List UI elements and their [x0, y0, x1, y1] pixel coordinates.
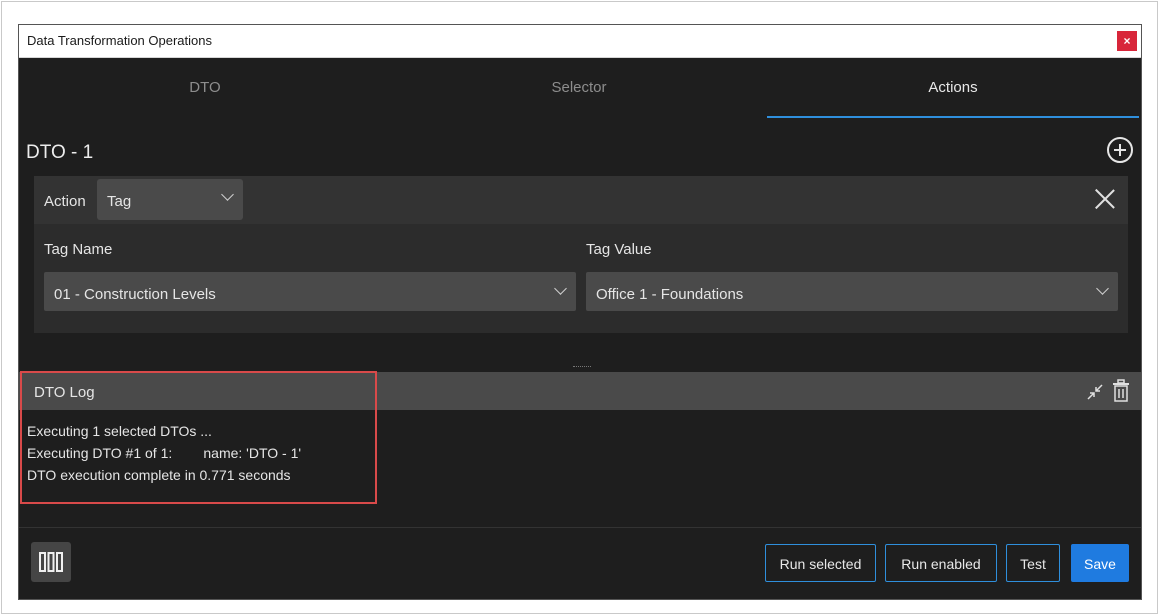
- tab-actions[interactable]: Actions: [767, 58, 1139, 118]
- chevron-down-icon: [554, 282, 567, 295]
- tab-selector[interactable]: Selector: [393, 58, 765, 118]
- tag-name-value: 01 - Construction Levels: [54, 286, 216, 303]
- trash-icon[interactable]: [1111, 379, 1131, 403]
- action-panel: Action Tag Tag Name 01 - Construction Le…: [34, 176, 1128, 333]
- remove-action-icon[interactable]: [1094, 188, 1116, 210]
- action-type-value: Tag: [107, 193, 132, 210]
- tab-bar: DTO Selector Actions: [19, 58, 1141, 118]
- save-button[interactable]: Save: [1071, 544, 1129, 582]
- tag-value-label: Tag Value: [586, 241, 652, 258]
- bottom-toolbar: Run selected Run enabled Test Save: [19, 527, 1141, 599]
- action-row: Action Tag: [34, 176, 1128, 224]
- tab-dto[interactable]: DTO: [19, 58, 391, 118]
- action-label: Action: [44, 193, 86, 210]
- close-button[interactable]: ×: [1117, 31, 1137, 51]
- test-button[interactable]: Test: [1006, 544, 1060, 582]
- highlight-box: [20, 371, 377, 504]
- columns-button[interactable]: [31, 542, 71, 582]
- chevron-down-icon: [221, 188, 234, 201]
- title-bar: Data Transformation Operations ×: [19, 25, 1141, 58]
- dto-title: DTO - 1: [26, 142, 94, 163]
- dto-window: Data Transformation Operations × DTO Sel…: [18, 24, 1142, 600]
- tag-value-value: Office 1 - Foundations: [596, 286, 744, 303]
- run-enabled-button[interactable]: Run enabled: [885, 544, 997, 582]
- splitter-handle[interactable]: [573, 366, 591, 369]
- window-title: Data Transformation Operations: [27, 33, 212, 48]
- run-selected-button[interactable]: Run selected: [765, 544, 876, 582]
- tag-value-select[interactable]: Office 1 - Foundations: [586, 272, 1118, 311]
- chevron-down-icon: [1096, 282, 1109, 295]
- collapse-icon[interactable]: [1085, 382, 1105, 402]
- action-type-select[interactable]: Tag: [97, 179, 243, 220]
- columns-icon: [39, 552, 63, 572]
- add-action-icon[interactable]: [1107, 137, 1133, 163]
- tag-name-label: Tag Name: [44, 241, 113, 258]
- tag-name-select[interactable]: 01 - Construction Levels: [44, 272, 576, 311]
